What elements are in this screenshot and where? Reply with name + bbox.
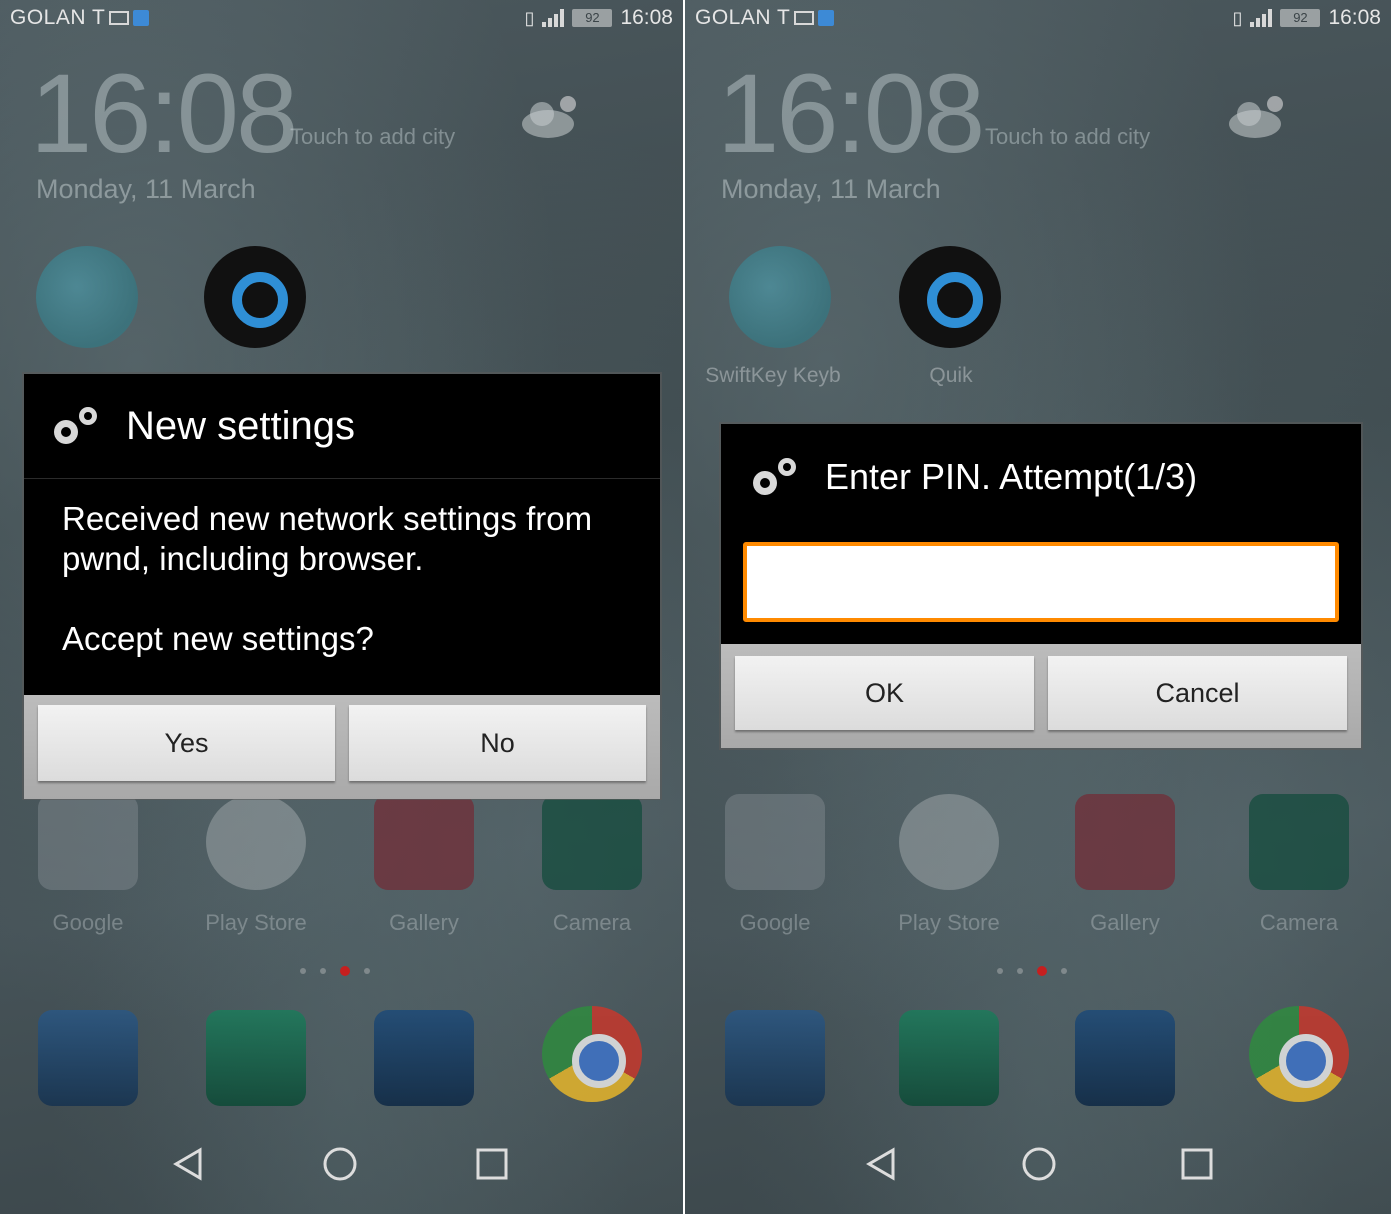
app-label-camera: Camera	[1259, 910, 1339, 935]
chrome-icon[interactable]	[1249, 1006, 1349, 1102]
navigation-bar	[685, 1134, 1391, 1194]
dialog-title-bar: New settings	[24, 374, 660, 478]
gear-icon	[753, 458, 796, 495]
page-indicator	[300, 966, 370, 976]
quik-icon[interactable]	[204, 246, 306, 348]
new-settings-dialog: New settings Received new network settin…	[24, 374, 660, 799]
phone-screen-left: GOLAN T ▯ 92 16:08 16:08 Touch to add ci…	[0, 0, 683, 1214]
app-notification-icon	[133, 10, 150, 26]
camera-icon[interactable]	[542, 794, 642, 890]
dialog-button-bar: OK Cancel	[721, 644, 1361, 748]
camera-icon[interactable]	[1249, 794, 1349, 890]
swiftkey-icon[interactable]	[729, 246, 831, 348]
app-label-google: Google	[52, 910, 124, 935]
recents-icon[interactable]	[462, 1134, 522, 1194]
weather-cloud-icon	[522, 96, 576, 138]
app-label-gallery: Gallery	[1090, 910, 1160, 935]
google-folder-icon[interactable]	[725, 794, 825, 890]
vibrate-icon: ▯	[524, 7, 535, 28]
pin-input[interactable]	[743, 542, 1339, 622]
app-notification-icon	[818, 10, 835, 26]
dialog-button-bar: Yes No	[24, 695, 660, 799]
no-button[interactable]: No	[349, 705, 646, 781]
message-icon	[109, 11, 130, 25]
play-store-icon[interactable]	[206, 794, 306, 890]
home-icon[interactable]	[310, 1134, 370, 1194]
dialog-content: Received new network settings from pwnd,…	[24, 479, 660, 695]
swiftkey-icon[interactable]	[36, 246, 138, 348]
messages-icon[interactable]	[1075, 1010, 1175, 1106]
lockscreen-date: Monday, 11 March	[721, 174, 941, 204]
home-icon[interactable]	[1009, 1134, 1069, 1194]
dialog-message: Received new network settings from pwnd,…	[62, 500, 593, 577]
back-icon[interactable]	[851, 1134, 911, 1194]
lockscreen-date: Monday, 11 March	[36, 174, 256, 204]
add-city-link[interactable]: Touch to add city	[290, 124, 455, 150]
phone-icon[interactable]	[38, 1010, 138, 1106]
enter-pin-dialog: Enter PIN. Attempt(1/3) OK Cancel	[721, 424, 1361, 748]
back-icon[interactable]	[158, 1134, 218, 1194]
app-label-gallery: Gallery	[389, 910, 459, 935]
app-label-play-store: Play Store	[205, 910, 307, 935]
yes-button[interactable]: Yes	[38, 705, 335, 781]
gear-icon	[54, 407, 97, 444]
dialog-title-bar: Enter PIN. Attempt(1/3)	[721, 424, 1361, 530]
battery-icon: 92	[1280, 9, 1321, 27]
app-label-swiftkey: SwiftKey Keyb	[705, 364, 841, 387]
chrome-icon[interactable]	[542, 1006, 642, 1102]
play-store-icon[interactable]	[899, 794, 999, 890]
page-indicator	[997, 966, 1067, 976]
status-bar: GOLAN T ▯ 92 16:08	[10, 4, 673, 32]
quik-icon[interactable]	[899, 246, 1001, 348]
app-label-play-store: Play Store	[898, 910, 1000, 935]
lockscreen-clock: 16:08	[30, 51, 298, 176]
phone-screen-right: GOLAN T ▯ 92 16:08 16:08 Touch to add ci…	[685, 0, 1391, 1214]
battery-icon: 92	[572, 9, 613, 27]
google-folder-icon[interactable]	[38, 794, 138, 890]
dialog-question: Accept new settings?	[62, 620, 374, 657]
gallery-icon[interactable]	[1075, 794, 1175, 890]
app-label-quik: Quik	[929, 364, 973, 387]
signal-icon	[1250, 9, 1273, 27]
status-time: 16:08	[620, 6, 673, 29]
status-bar: GOLAN T ▯ 92 16:08	[695, 4, 1381, 32]
status-time: 16:08	[1328, 6, 1381, 29]
cancel-button[interactable]: Cancel	[1048, 656, 1347, 730]
signal-icon	[542, 9, 565, 27]
weather-cloud-icon	[1229, 96, 1283, 138]
app-label-google: Google	[739, 910, 811, 935]
dialog-title: New settings	[126, 403, 355, 448]
carrier-name: GOLAN T	[10, 6, 106, 29]
contacts-icon[interactable]	[899, 1010, 999, 1106]
message-icon	[794, 11, 815, 25]
vibrate-icon: ▯	[1232, 7, 1243, 28]
add-city-link[interactable]: Touch to add city	[985, 124, 1150, 150]
lockscreen-clock: 16:08	[717, 51, 985, 176]
phone-icon[interactable]	[725, 1010, 825, 1106]
messages-icon[interactable]	[374, 1010, 474, 1106]
contacts-icon[interactable]	[206, 1010, 306, 1106]
navigation-bar	[0, 1134, 683, 1194]
dialog-title: Enter PIN. Attempt(1/3)	[825, 456, 1198, 497]
pin-input-area	[721, 530, 1361, 644]
carrier-name: GOLAN T	[695, 6, 791, 29]
gallery-icon[interactable]	[374, 794, 474, 890]
recents-icon[interactable]	[1167, 1134, 1227, 1194]
app-label-camera: Camera	[552, 910, 632, 935]
ok-button[interactable]: OK	[735, 656, 1034, 730]
